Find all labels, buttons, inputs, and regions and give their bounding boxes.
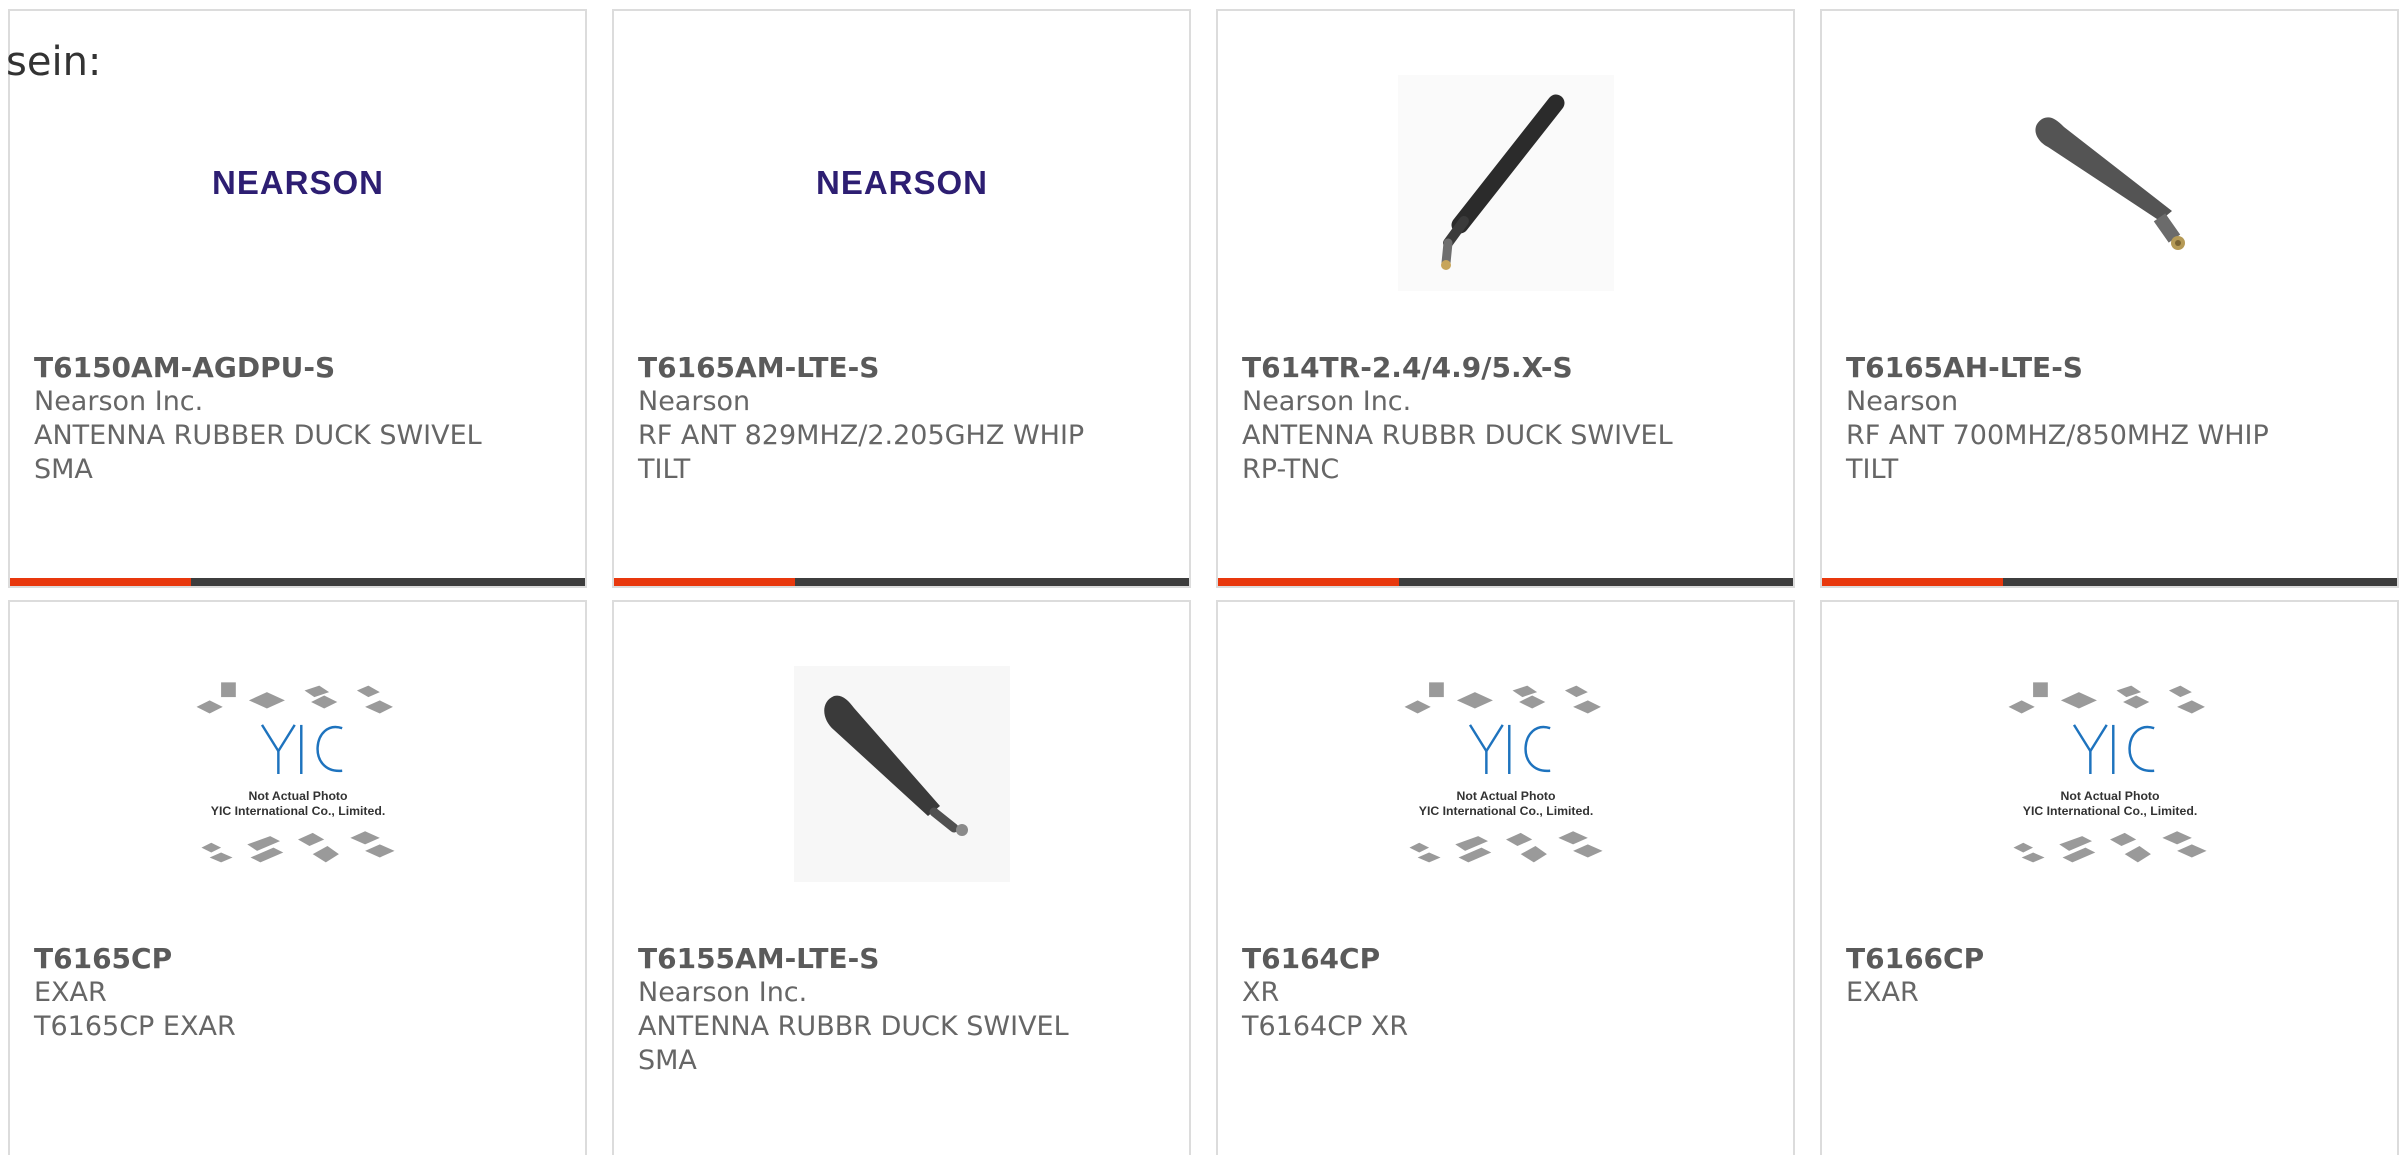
product-image[interactable]	[794, 666, 1010, 882]
card-accent-bar	[10, 578, 585, 586]
product-card[interactable]: Not Actual Photo YIC International Co., …	[8, 600, 587, 1155]
placeholder-caption: YIC International Co., Limited.	[2023, 804, 2197, 818]
manufacturer-name: Nearson Inc.	[1242, 386, 1412, 417]
part-number-link[interactable]: T6166CP	[1846, 942, 2377, 976]
product-info: T614TR-2.4/4.9/5.X-S Nearson Inc. ANTENN…	[1242, 351, 1773, 487]
not-actual-photo-placeholder: Not Actual Photo YIC International Co., …	[196, 682, 395, 863]
product-info: T6150AM-AGDPU-S Nearson Inc. ANTENNA RUB…	[34, 351, 565, 487]
part-number-link[interactable]: T6165AM-LTE-S	[638, 351, 1169, 385]
card-accent-bar	[1822, 578, 2397, 586]
section-heading: sein:	[6, 39, 102, 85]
card-accent-highlight	[1822, 578, 2003, 586]
product-info: T6155AM-LTE-S Nearson Inc. ANTENNA RUBBR…	[638, 942, 1169, 1078]
antenna-dark-photo	[794, 666, 1010, 882]
product-card[interactable]: T6165AH-LTE-S Nearson RF ANT 700MHZ/850M…	[1820, 9, 2399, 588]
product-image[interactable]: Not Actual Photo YIC International Co., …	[2002, 666, 2218, 882]
manufacturer-name: Nearson Inc.	[34, 386, 204, 417]
product-image[interactable]	[2002, 75, 2218, 291]
placeholder-caption: Not Actual Photo	[1456, 789, 1556, 803]
card-accent-bar	[614, 578, 1189, 586]
product-image[interactable]: NEARSON	[794, 75, 1010, 291]
part-number-link[interactable]: T6155AM-LTE-S	[638, 942, 1169, 976]
product-info: T6166CP EXAR	[1846, 942, 2377, 1010]
part-number-link[interactable]: T6150AM-AGDPU-S	[34, 351, 565, 385]
product-description: T6165CP EXAR	[34, 1011, 236, 1042]
product-description: ANTENNA RUBBR DUCK SWIVEL SMA	[638, 1011, 1069, 1076]
antenna-thin-photo	[1398, 75, 1614, 291]
product-card[interactable]: NEARSON T6165AM-LTE-S Nearson RF ANT 829…	[612, 9, 1191, 588]
card-accent-highlight	[1218, 578, 1399, 586]
product-grid: NEARSON T6150AM-AGDPU-S Nearson Inc. ANT…	[8, 9, 2399, 1155]
not-actual-photo-placeholder: Not Actual Photo YIC International Co., …	[2008, 682, 2207, 863]
product-image[interactable]	[1398, 75, 1614, 291]
product-info: T6165AH-LTE-S Nearson RF ANT 700MHZ/850M…	[1846, 351, 2377, 487]
card-accent-bar	[1218, 578, 1793, 586]
nearson-logo: NEARSON	[815, 164, 989, 201]
part-number-link[interactable]: T6165AH-LTE-S	[1846, 351, 2377, 385]
product-info: T6164CP XR T6164CP XR	[1242, 942, 1773, 1044]
part-number-link[interactable]: T6164CP	[1242, 942, 1773, 976]
card-accent-highlight	[614, 578, 795, 586]
product-card[interactable]: T614TR-2.4/4.9/5.X-S Nearson Inc. ANTENN…	[1216, 9, 1795, 588]
product-card[interactable]: Not Actual Photo YIC International Co., …	[1820, 600, 2399, 1155]
product-card[interactable]: T6155AM-LTE-S Nearson Inc. ANTENNA RUBBR…	[612, 600, 1191, 1155]
part-number-link[interactable]: T614TR-2.4/4.9/5.X-S	[1242, 351, 1773, 385]
manufacturer-name: Nearson	[638, 386, 751, 417]
placeholder-caption: YIC International Co., Limited.	[1419, 804, 1593, 818]
antenna-paddle-photo	[2002, 75, 2218, 291]
product-image[interactable]: NEARSON	[190, 75, 406, 291]
product-description: RF ANT 700MHZ/850MHZ WHIP TILT	[1846, 420, 2269, 485]
product-card[interactable]: Not Actual Photo YIC International Co., …	[1216, 600, 1795, 1155]
manufacturer-name: Nearson Inc.	[638, 977, 808, 1008]
product-image[interactable]: Not Actual Photo YIC International Co., …	[190, 666, 406, 882]
placeholder-caption: Not Actual Photo	[248, 789, 348, 803]
product-description: ANTENNA RUBBR DUCK SWIVEL RP-TNC	[1242, 420, 1673, 485]
card-accent-highlight	[10, 578, 191, 586]
manufacturer-name: XR	[1242, 977, 1280, 1008]
placeholder-caption: YIC International Co., Limited.	[211, 804, 385, 818]
product-description: ANTENNA RUBBER DUCK SWIVEL SMA	[34, 420, 482, 485]
product-description: RF ANT 829MHZ/2.205GHZ WHIP TILT	[638, 420, 1085, 485]
product-card[interactable]: NEARSON T6150AM-AGDPU-S Nearson Inc. ANT…	[8, 9, 587, 588]
manufacturer-name: EXAR	[34, 977, 107, 1008]
placeholder-caption: Not Actual Photo	[2060, 789, 2160, 803]
not-actual-photo-placeholder: Not Actual Photo YIC International Co., …	[1404, 682, 1603, 863]
manufacturer-name: Nearson	[1846, 386, 1959, 417]
product-listing-page: sein: NEARSON T6150AM-AGDPU-S Nearson In…	[0, 0, 2400, 1155]
product-description: T6164CP XR	[1242, 1011, 1409, 1042]
product-image[interactable]: Not Actual Photo YIC International Co., …	[1398, 666, 1614, 882]
product-info: T6165AM-LTE-S Nearson RF ANT 829MHZ/2.20…	[638, 351, 1169, 487]
part-number-link[interactable]: T6165CP	[34, 942, 565, 976]
nearson-logo: NEARSON	[211, 164, 385, 201]
manufacturer-name: EXAR	[1846, 977, 1919, 1008]
product-info: T6165CP EXAR T6165CP EXAR	[34, 942, 565, 1044]
